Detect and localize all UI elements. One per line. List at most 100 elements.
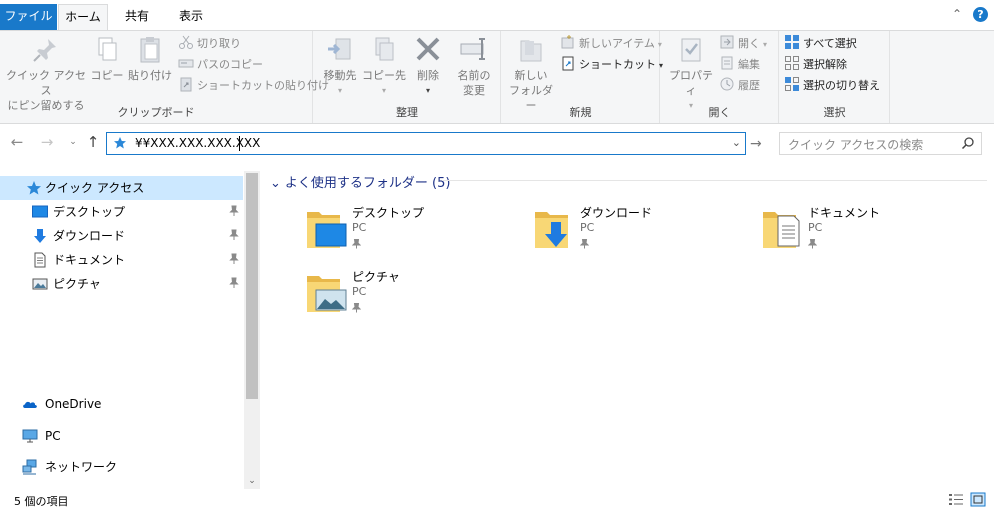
new-folder-label-1: 新しい — [514, 69, 548, 82]
history-label: 履歴 — [738, 79, 760, 92]
cut-label: 切り取り — [197, 37, 241, 50]
pin-icon[interactable] — [229, 229, 239, 241]
pin-icon[interactable] — [229, 277, 239, 289]
pin-quick-access-button[interactable]: クイック アクセス にピン留めする — [6, 35, 86, 113]
properties-button[interactable]: プロパティ ▾ — [665, 35, 717, 113]
go-arrow-icon[interactable]: → — [750, 136, 766, 152]
paste-shortcut-icon — [178, 76, 194, 92]
search-placeholder: クイック アクセスの検索 — [788, 138, 924, 152]
search-box[interactable]: クイック アクセスの検索 — [779, 132, 982, 155]
delete-button[interactable]: 削除 ▾ — [410, 35, 446, 98]
new-folder-button[interactable]: 新しい フォルダー — [506, 35, 556, 113]
copy-to-dropdown-icon: ▾ — [381, 86, 386, 95]
frequent-folders-header[interactable]: ⌄ よく使用するフォルダー (5) — [270, 172, 450, 191]
paste-label: 貼り付け — [128, 69, 172, 82]
large-icons-view-icon[interactable] — [970, 492, 986, 507]
nav-item-pictures[interactable]: ピクチャ — [0, 272, 243, 296]
nav-item-network[interactable]: ネットワーク — [0, 455, 243, 479]
paste-shortcut-label: ショートカットの貼り付け — [197, 79, 329, 92]
nav-item-desktop[interactable]: デスクトップ — [0, 200, 243, 224]
nav-item-onedrive[interactable]: OneDrive — [0, 392, 243, 416]
forward-arrow-icon[interactable]: → — [38, 133, 56, 151]
organize-group: 移動先 ▾ コピー先 ▾ 削除 ▾ 名前の 変更 整理 — [314, 31, 501, 123]
pin-icon[interactable] — [229, 253, 239, 265]
collapse-ribbon-icon[interactable]: ⌃ — [952, 7, 962, 21]
nav-item-documents[interactable]: ドキュメント — [0, 248, 243, 272]
open-button[interactable]: 開く ▾ — [719, 34, 767, 54]
folder-name: ピクチャ — [352, 270, 400, 284]
rename-label-1: 名前の — [457, 69, 491, 82]
copy-button[interactable]: コピー — [88, 35, 126, 83]
navigation-bar: ← → ⌄ ↑ ¥¥XXX.XXX.XXX.XXX ⌄ → クイック アクセスの… — [0, 125, 994, 161]
new-item-icon — [560, 34, 576, 50]
folder-name: ダウンロード — [580, 206, 653, 220]
edit-button[interactable]: 編集 — [719, 55, 760, 75]
address-bar[interactable]: ¥¥XXX.XXX.XXX.XXX ⌄ — [106, 132, 746, 155]
select-all-icon — [784, 34, 800, 50]
help-icon[interactable]: ? — [973, 7, 988, 22]
copy-to-button[interactable]: コピー先 ▾ — [362, 35, 406, 98]
folder-tile-pictures[interactable]: ピクチャ PC — [306, 266, 526, 324]
tab-share[interactable]: 共有 — [112, 4, 162, 30]
tab-view[interactable]: 表示 — [164, 4, 218, 30]
section-divider — [442, 180, 987, 181]
address-dropdown-icon[interactable]: ⌄ — [732, 136, 741, 149]
move-to-button[interactable]: 移動先 ▾ — [318, 35, 362, 98]
shortcut-icon — [560, 55, 576, 71]
up-arrow-icon[interactable]: ↑ — [84, 133, 102, 151]
back-arrow-icon[interactable]: ← — [8, 133, 26, 151]
pin-icon — [352, 303, 361, 313]
select-none-button[interactable]: 選択解除 — [784, 55, 847, 75]
nav-label-pc: PC — [45, 429, 61, 443]
download-arrow-icon — [34, 229, 46, 243]
nav-item-pc[interactable]: PC — [0, 424, 243, 448]
cut-button[interactable]: 切り取り — [178, 34, 241, 54]
easy-access-button[interactable]: ショートカット ▾ — [560, 55, 663, 75]
shortcut-label: ショートカット — [579, 58, 656, 71]
move-to-label: 移動先 — [323, 69, 357, 82]
open-group: プロパティ ▾ 開く ▾ 編集 履歴 開く — [661, 31, 779, 123]
nav-pane-scrollbar[interactable]: ⌄ — [244, 171, 260, 489]
history-icon — [719, 76, 735, 92]
recent-locations-chevron-icon[interactable]: ⌄ — [64, 133, 82, 151]
copy-to-label: コピー先 — [362, 69, 406, 82]
paste-button[interactable]: 貼り付け — [128, 35, 172, 83]
tab-home[interactable]: ホーム — [58, 4, 108, 31]
clipboard-group-label: クリップボード — [117, 106, 195, 119]
copy-path-button[interactable]: パスのコピー — [178, 55, 263, 75]
scroll-down-arrow-icon[interactable]: ⌄ — [246, 476, 258, 486]
ribbon: クイック アクセス にピン留めする コピー 貼り付け 切り取り パスのコピー シ… — [0, 30, 994, 124]
organize-group-label: 整理 — [396, 106, 418, 119]
folder-name: ドキュメント — [808, 206, 881, 220]
search-icon[interactable] — [961, 136, 975, 150]
open-group-label: 開く — [708, 106, 731, 119]
nav-item-quick-access[interactable]: クイック アクセス — [0, 176, 243, 200]
new-item-button[interactable]: 新しいアイテム ▾ — [560, 34, 662, 54]
desktop-icon — [32, 205, 48, 218]
collapse-chevron-icon[interactable]: ⌄ — [270, 176, 281, 191]
folder-location: PC — [352, 221, 367, 234]
copy-icon — [98, 37, 117, 61]
folder-desktop-icon — [307, 212, 347, 248]
nav-item-downloads[interactable]: ダウンロード — [0, 224, 243, 248]
folder-tile-downloads[interactable]: ダウンロード PC — [534, 202, 754, 260]
paste-shortcut-button[interactable]: ショートカットの貼り付け — [178, 76, 329, 96]
nav-label-desktop: デスクトップ — [53, 205, 126, 219]
status-bar: 5 個の項目 — [0, 489, 994, 511]
tab-file[interactable]: ファイル — [0, 4, 57, 30]
nav-label-network: ネットワーク — [45, 460, 118, 474]
rename-label-2: 変更 — [463, 84, 485, 97]
address-path-text[interactable]: ¥¥XXX.XXX.XXX.XXX — [135, 136, 260, 151]
scissors-icon — [178, 34, 194, 50]
pin-icon[interactable] — [229, 205, 239, 217]
rename-button[interactable]: 名前の 変更 — [452, 35, 496, 98]
history-button[interactable]: 履歴 — [719, 76, 760, 96]
scrollbar-thumb[interactable] — [246, 173, 258, 399]
select-all-button[interactable]: すべて選択 — [784, 34, 857, 54]
document-icon — [34, 252, 46, 268]
folder-tile-desktop[interactable]: デスクトップ PC — [306, 202, 526, 260]
details-view-icon[interactable] — [948, 492, 964, 507]
invert-selection-button[interactable]: 選択の切り替え — [784, 76, 880, 96]
pc-monitor-icon — [22, 429, 38, 443]
folder-tile-documents[interactable]: ドキュメント PC — [762, 202, 982, 260]
